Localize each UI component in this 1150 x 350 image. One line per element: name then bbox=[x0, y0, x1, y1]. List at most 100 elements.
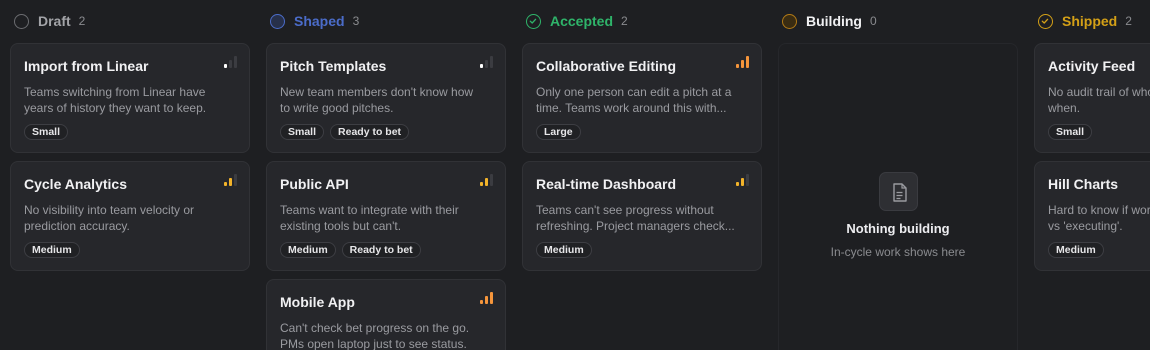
tag-badge: Small bbox=[1048, 124, 1093, 140]
card-description: Can't check bet progress on the go. PMs o… bbox=[280, 320, 498, 350]
pitch-card[interactable]: Pitch Templates New team members don't kn… bbox=[266, 43, 506, 153]
column-title: Shipped bbox=[1062, 13, 1118, 29]
card-tags: Medium Ready to bet bbox=[280, 242, 421, 258]
card-title: Cycle Analytics bbox=[24, 176, 127, 192]
card-title: Public API bbox=[280, 176, 349, 192]
column-shipped: Shipped 2 Activity Feed No audit trail of… bbox=[1034, 0, 1150, 350]
card-description-line: years of history they want to keep. bbox=[24, 101, 207, 115]
card-description: No visibility into team velocity or predi… bbox=[24, 202, 242, 234]
column-count: 2 bbox=[1125, 14, 1132, 28]
card-tags: Medium bbox=[536, 242, 592, 258]
tag-badge: Ready to bet bbox=[341, 242, 421, 258]
priority-bars-icon bbox=[736, 174, 749, 186]
tag-badge: Medium bbox=[1048, 242, 1104, 258]
card-description-line: No audit trail of who changed what bbox=[1048, 85, 1150, 99]
column-draft: Draft 2 Import from Linear Teams switchin… bbox=[10, 0, 250, 350]
tag-badge: Small bbox=[280, 124, 325, 140]
empty-state-title: Nothing building bbox=[846, 221, 950, 236]
column-header: Shipped 2 bbox=[1038, 12, 1132, 30]
column-title: Draft bbox=[38, 13, 71, 29]
priority-bars-icon bbox=[224, 174, 237, 186]
card-description-line: Hard to know if work is 'figuring out' bbox=[1048, 203, 1150, 217]
tag-badge: Medium bbox=[24, 242, 80, 258]
card-description: Teams want to integrate with their existi… bbox=[280, 202, 498, 234]
check-circle-icon bbox=[1038, 13, 1053, 29]
card-description-line: PMs open laptop just to see status. bbox=[280, 337, 467, 350]
card-title: Collaborative Editing bbox=[536, 58, 677, 74]
card-tags: Small bbox=[24, 124, 69, 140]
card-description: Teams can't see progress without refreshi… bbox=[536, 202, 754, 234]
column-header: Draft 2 bbox=[14, 12, 85, 30]
pitch-card[interactable]: Real-time Dashboard Teams can't see progr… bbox=[522, 161, 762, 271]
column-count: 3 bbox=[352, 14, 360, 28]
card-description-line: No visibility into team velocity or bbox=[24, 203, 195, 217]
pitch-card[interactable]: Collaborative Editing Only one person can… bbox=[522, 43, 762, 153]
pitch-card[interactable]: Import from Linear Teams switching from L… bbox=[10, 43, 250, 153]
column-accepted: Accepted 2 Collaborative Editing Only one… bbox=[522, 0, 762, 350]
card-description-line: New team members don't know how bbox=[280, 85, 474, 99]
card-description-line: Teams can't see progress without bbox=[536, 203, 714, 217]
card-description: Hard to know if work is 'figuring out' vs… bbox=[1048, 202, 1150, 234]
card-title: Pitch Templates bbox=[280, 58, 387, 74]
pitch-card[interactable]: Hill Charts Hard to know if work is 'figu… bbox=[1034, 161, 1150, 271]
column-title: Accepted bbox=[550, 13, 614, 29]
check-circle-icon bbox=[526, 13, 541, 29]
card-title: Import from Linear bbox=[24, 58, 149, 74]
card-description-line: prediction accuracy. bbox=[24, 219, 130, 233]
priority-bars-icon bbox=[480, 292, 493, 304]
column-header: Building 0 bbox=[782, 12, 877, 30]
tag-badge: Medium bbox=[280, 242, 336, 258]
card-description: No audit trail of who changed what when. bbox=[1048, 84, 1150, 116]
column-count: 2 bbox=[621, 14, 628, 28]
card-description-line: Can't check bet progress on the go. bbox=[280, 321, 470, 335]
card-description-line: time. Teams work around this with... bbox=[536, 101, 727, 115]
card-title: Mobile App bbox=[280, 294, 355, 310]
card-tags: Small Ready to bet bbox=[280, 124, 410, 140]
column-building: Building 0 Nothing building In-cycle wor… bbox=[778, 0, 1018, 350]
pitch-card[interactable]: Activity Feed No audit trail of who chang… bbox=[1034, 43, 1150, 153]
tag-badge: Ready to bet bbox=[330, 124, 410, 140]
kanban-board: Draft 2 Import from Linear Teams switchin… bbox=[0, 0, 1150, 350]
card-description-line: when. bbox=[1048, 101, 1081, 115]
pitch-card[interactable]: Public API Teams want to integrate with t… bbox=[266, 161, 506, 271]
card-description-line: existing tools but can't. bbox=[280, 219, 402, 233]
card-description-line: Teams want to integrate with their bbox=[280, 203, 459, 217]
column-count: 2 bbox=[78, 14, 86, 28]
priority-bars-icon bbox=[224, 56, 237, 68]
pitch-card[interactable]: Cycle Analytics No visibility into team v… bbox=[10, 161, 250, 271]
circle-icon bbox=[782, 13, 797, 29]
card-tags: Medium bbox=[24, 242, 80, 258]
card-description-line: to write good pitches. bbox=[280, 101, 394, 115]
card-description-line: refreshing. Project managers check... bbox=[536, 219, 735, 233]
circle-icon bbox=[270, 13, 285, 29]
card-title: Activity Feed bbox=[1048, 58, 1136, 74]
priority-bars-icon bbox=[480, 56, 493, 68]
card-description-line: Only one person can edit a pitch at a bbox=[536, 85, 732, 99]
column-header: Accepted 2 bbox=[526, 12, 628, 30]
card-description: Only one person can edit a pitch at a tim… bbox=[536, 84, 754, 116]
tag-badge: Large bbox=[536, 124, 581, 140]
empty-state-subtitle: In-cycle work shows here bbox=[830, 245, 966, 259]
card-tags: Small bbox=[1048, 124, 1093, 140]
card-tags: Large bbox=[536, 124, 581, 140]
tag-badge: Medium bbox=[536, 242, 592, 258]
card-title: Hill Charts bbox=[1048, 176, 1119, 192]
column-header: Shaped 3 bbox=[270, 12, 359, 30]
document-icon bbox=[879, 172, 918, 211]
column-title: Shaped bbox=[294, 13, 345, 29]
column-count: 0 bbox=[870, 14, 877, 28]
priority-bars-icon bbox=[480, 174, 493, 186]
empty-state: Nothing building In-cycle work shows her… bbox=[778, 43, 1018, 350]
card-description-line: Teams switching from Linear have bbox=[24, 85, 206, 99]
column-shaped: Shaped 3 Pitch Templates New team members… bbox=[266, 0, 506, 350]
column-title: Building bbox=[806, 13, 862, 29]
card-description: New team members don't know how to write … bbox=[280, 84, 498, 116]
pitch-card[interactable]: Mobile App Can't check bet progress on th… bbox=[266, 279, 506, 350]
priority-bars-icon bbox=[736, 56, 749, 68]
tag-badge: Small bbox=[24, 124, 69, 140]
circle-icon bbox=[14, 13, 29, 29]
card-tags: Medium bbox=[1048, 242, 1104, 258]
card-description-line: vs 'executing'. bbox=[1048, 219, 1123, 233]
card-description: Teams switching from Linear have years of… bbox=[24, 84, 242, 116]
card-title: Real-time Dashboard bbox=[536, 176, 677, 192]
